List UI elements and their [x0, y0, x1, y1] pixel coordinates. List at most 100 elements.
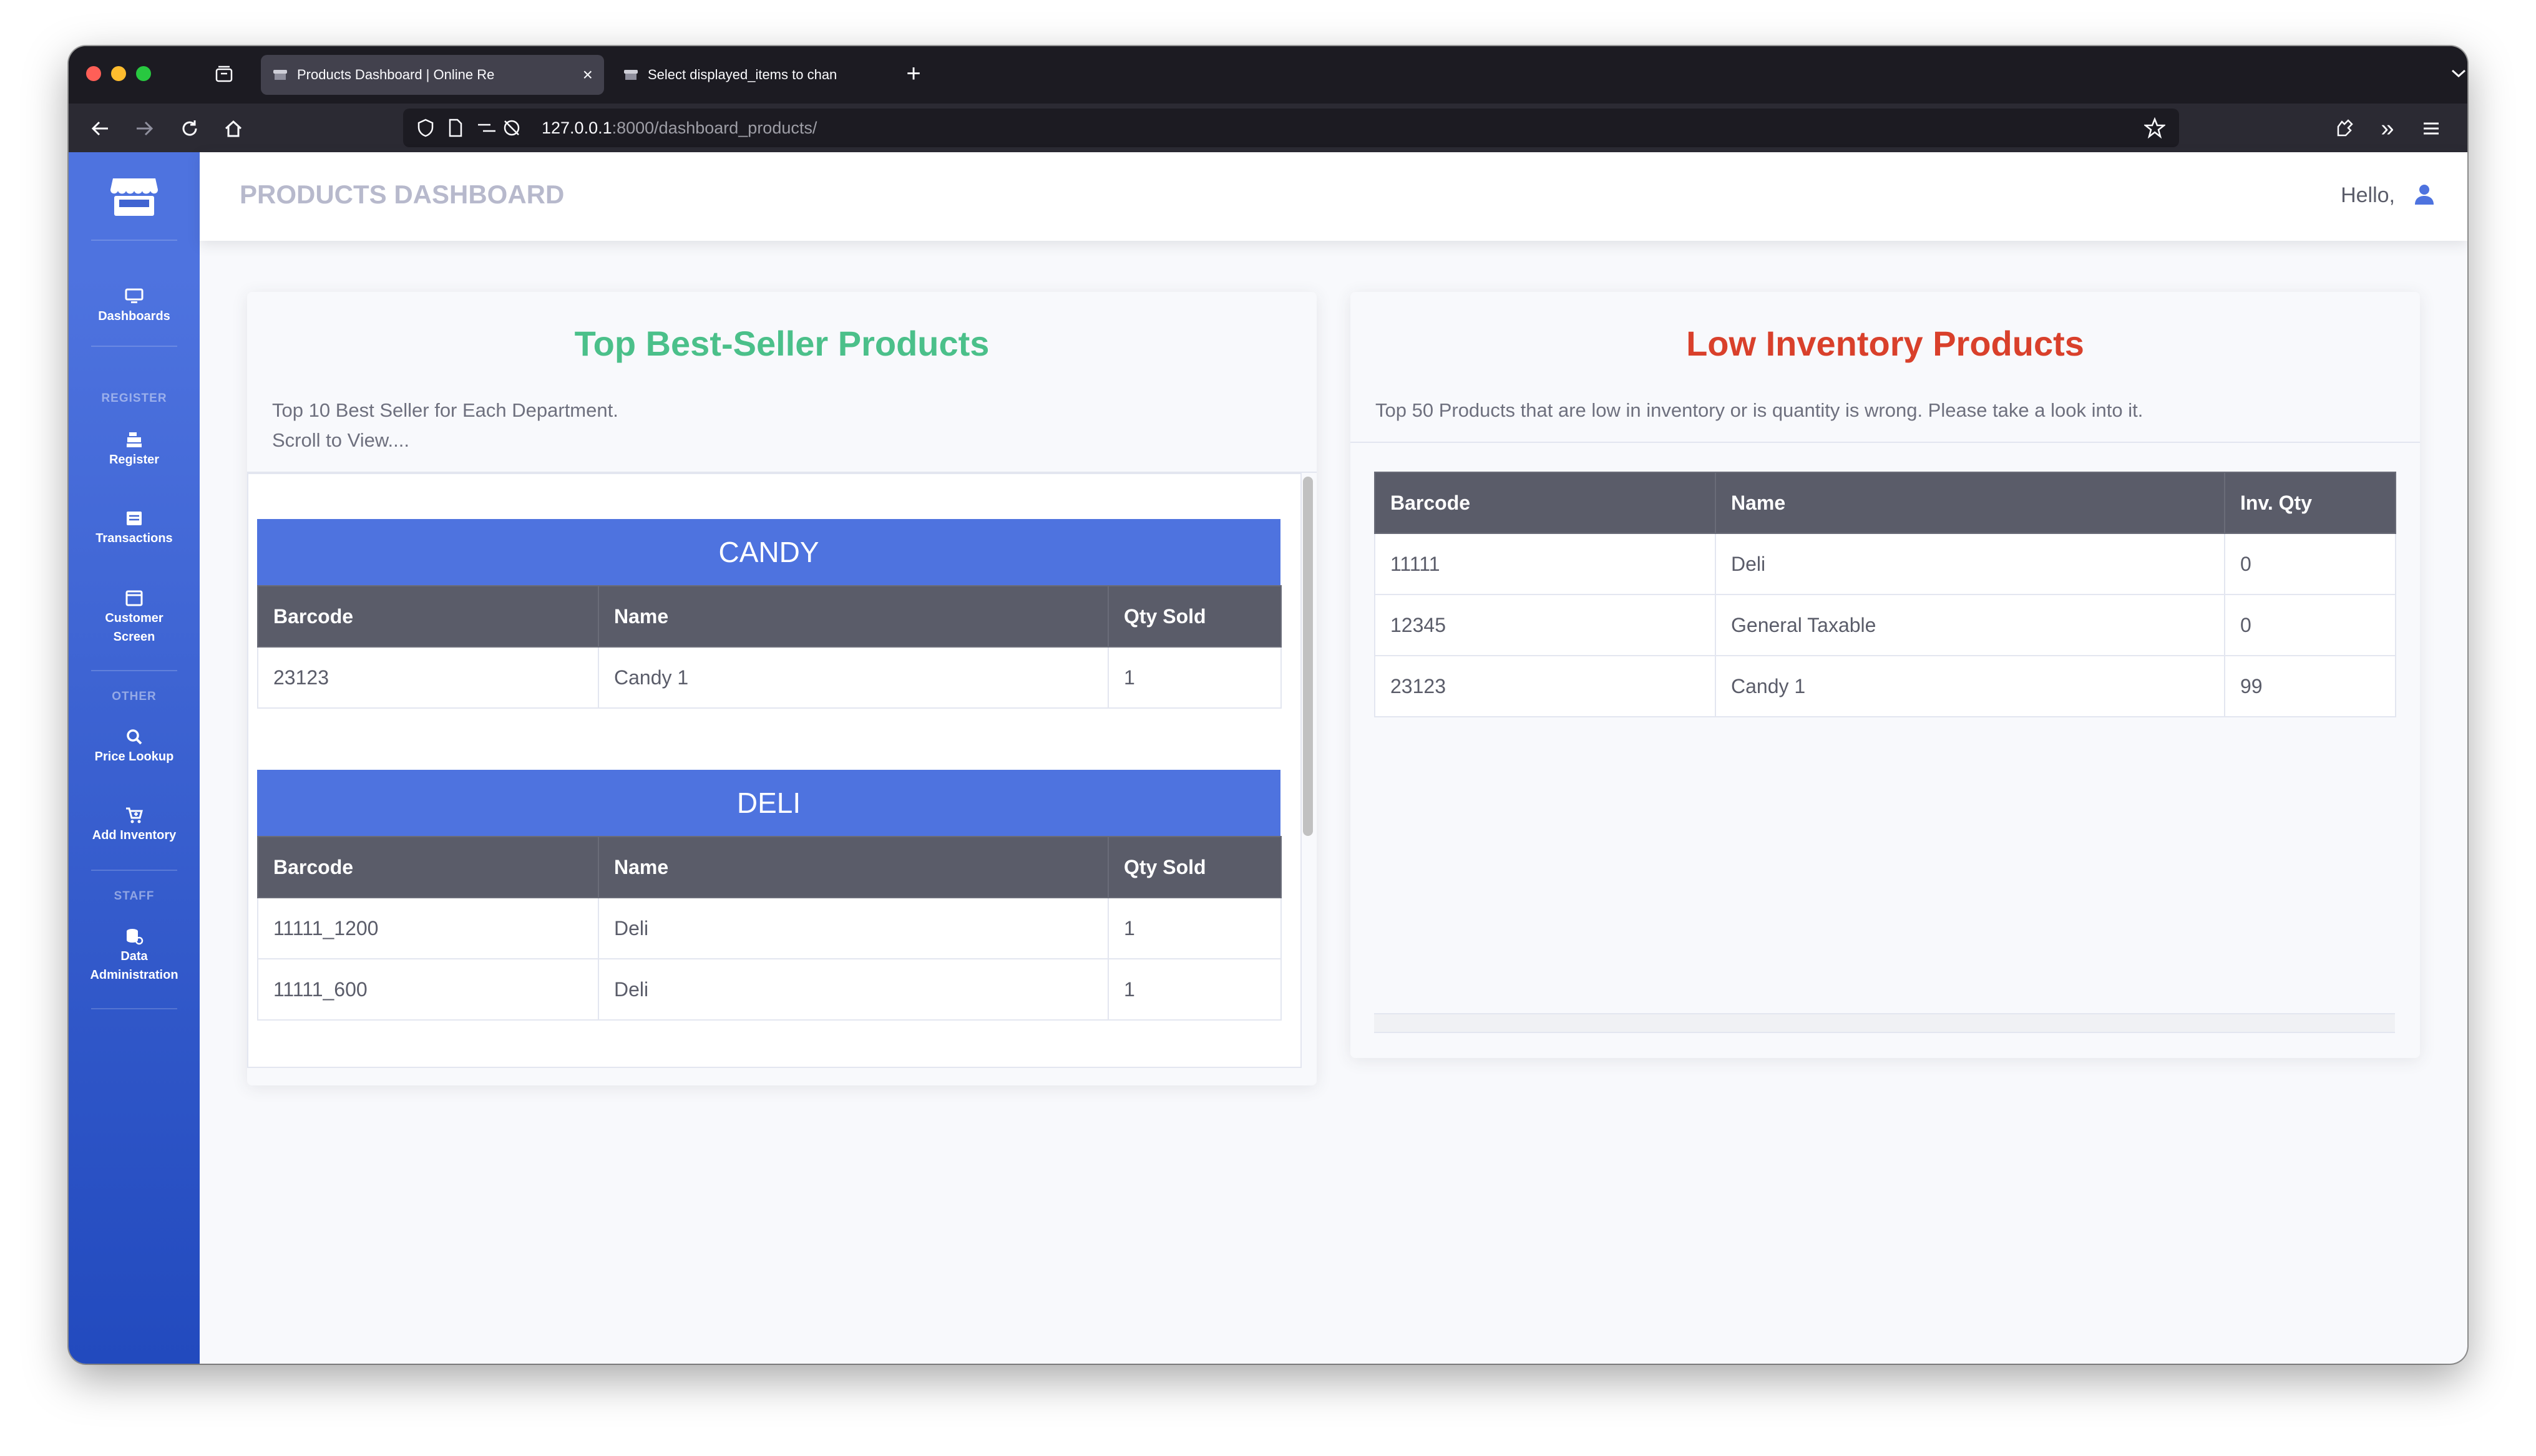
sidebar-divider: [91, 670, 177, 671]
tab-title: Select displayed_items to chan: [648, 67, 837, 82]
low-inventory-description: Top 50 Products that are low in inventor…: [1375, 399, 2143, 421]
browser-tab-bar: Products Dashboard | Online Re × Select …: [69, 46, 2467, 104]
page-title: PRODUCTS DASHBOARD: [240, 180, 565, 209]
extensions-icon[interactable]: [2331, 116, 2356, 141]
close-tab-icon[interactable]: ×: [583, 65, 593, 85]
close-window-button[interactable]: [86, 66, 101, 81]
column-header[interactable]: Name: [598, 585, 1109, 648]
address-bar[interactable]: 127.0.0.1:8000/dashboard_products/: [403, 109, 2179, 147]
table-cell: Candy 1: [598, 646, 1109, 709]
overflow-chevron-icon[interactable]: »: [2375, 115, 2400, 142]
reload-icon[interactable]: [177, 116, 202, 141]
column-header[interactable]: Barcode: [1374, 472, 1716, 534]
table-scrollbar-track[interactable]: [1374, 1013, 2395, 1033]
sidebar-item-dashboards[interactable]: Dashboards: [69, 286, 200, 326]
table-row: 11111 Deli 0: [1374, 533, 2396, 595]
forward-arrow-icon[interactable]: [132, 116, 157, 141]
tracking-protection-icon[interactable]: [502, 119, 522, 137]
table-row: 12345 General Taxable 0: [1374, 594, 2396, 656]
user-greeting[interactable]: Hello,: [2341, 183, 2395, 208]
best-seller-card: Top Best-Seller Products Top 10 Best Sel…: [247, 292, 1317, 1085]
shield-icon[interactable]: [417, 119, 434, 137]
tab-favicon-icon: [273, 70, 287, 80]
store-logo-icon[interactable]: [69, 170, 200, 223]
table-cell: Deli: [598, 958, 1109, 1021]
table-cell: 1: [1108, 958, 1282, 1021]
scrollbar-thumb[interactable]: [1303, 477, 1313, 836]
column-header[interactable]: Qty Sold: [1108, 585, 1282, 648]
card-divider: [1350, 442, 2420, 443]
low-inventory-title: Low Inventory Products: [1686, 324, 2084, 363]
best-seller-desc-line: Scroll to View....: [272, 429, 409, 451]
tab-favicon-icon: [624, 70, 638, 80]
new-tab-plus-icon[interactable]: +: [900, 60, 927, 87]
sidebar-item-label: Customer: [105, 611, 163, 625]
sidebar-item-label: Dashboards: [98, 309, 170, 323]
best-seller-description: Top 10 Best Seller for Each Department. …: [272, 396, 618, 455]
column-header[interactable]: Inv. Qty: [2224, 472, 2396, 534]
sidebar-divider: [91, 870, 177, 871]
list-icon: [127, 512, 142, 525]
sidebar-heading-register: REGISTER: [101, 392, 167, 405]
table-cell: 1: [1108, 897, 1282, 959]
column-header[interactable]: Name: [1715, 472, 2225, 534]
sidebar-heading-other: OTHER: [112, 690, 157, 703]
tab-select-displayed-items[interactable]: Select displayed_items to chan: [612, 55, 886, 95]
sidebar-item-data-administration[interactable]: Data Administration: [69, 926, 200, 984]
table-header-row: Barcode Name Inv. Qty: [1374, 472, 2396, 534]
back-arrow-icon[interactable]: [87, 116, 112, 141]
table-cell: 11111_600: [257, 958, 599, 1021]
sidebar-item-price-lookup[interactable]: Price Lookup: [69, 726, 200, 766]
sidebar-item-label: Administration: [90, 968, 178, 982]
best-seller-scroll-area[interactable]: CANDY Barcode Name Qty Sold 23123 Candy …: [247, 473, 1302, 1068]
sidebar-item-transactions[interactable]: Transactions: [69, 508, 200, 548]
home-icon[interactable]: [221, 116, 246, 141]
table-cell: 11111: [1374, 533, 1716, 595]
browser-window: Products Dashboard | Online Re × Select …: [69, 46, 2467, 1364]
table-row: 11111_1200 Deli 1: [257, 897, 1282, 959]
hamburger-menu-icon[interactable]: [2419, 116, 2444, 141]
best-seller-title: Top Best-Seller Products: [574, 324, 990, 363]
column-header[interactable]: Qty Sold: [1108, 836, 1282, 898]
user-icon[interactable]: [2414, 183, 2435, 206]
sidebar-item-label: Data: [120, 949, 148, 963]
department-banner: DELI: [257, 770, 1280, 836]
sidebar-item-register[interactable]: Register: [69, 429, 200, 469]
tab-products-dashboard[interactable]: Products Dashboard | Online Re ×: [261, 55, 604, 95]
table-cell: Deli: [1715, 533, 2225, 595]
monitor-icon: [125, 288, 144, 303]
tab-overview-icon[interactable]: [213, 64, 235, 85]
database-icon: [127, 929, 144, 945]
page-info-icon[interactable]: [448, 119, 463, 137]
sidebar-item-label: Register: [109, 453, 160, 467]
table-cell: 23123: [257, 646, 599, 709]
sidebar-item-label: Transactions: [95, 531, 173, 545]
column-header[interactable]: Barcode: [257, 836, 599, 898]
tab-title: Products Dashboard | Online Re: [297, 67, 495, 82]
url-text[interactable]: 127.0.0.1:8000/dashboard_products/: [542, 119, 817, 138]
topbar: PRODUCTS DASHBOARD Hello,: [200, 152, 2467, 241]
column-header[interactable]: Name: [598, 836, 1109, 898]
table-row: 23123 Candy 1 1: [257, 646, 1282, 709]
sidebar-item-label: Price Lookup: [94, 750, 174, 764]
table-header-row: Barcode Name Qty Sold: [257, 836, 1282, 898]
sidebar-item-label: Add Inventory: [92, 828, 177, 842]
browser-nav-bar: 127.0.0.1:8000/dashboard_products/ »: [69, 104, 2467, 152]
table-cell: 0: [2224, 594, 2396, 656]
minimize-window-button[interactable]: [111, 66, 126, 81]
bookmark-star-icon[interactable]: [2144, 117, 2165, 138]
best-seller-desc-line: Top 10 Best Seller for Each Department.: [272, 399, 618, 421]
sidebar-item-add-inventory[interactable]: Add Inventory: [69, 805, 200, 845]
sidebar-item-customer-screen[interactable]: Customer Screen: [69, 588, 200, 646]
maximize-window-button[interactable]: [136, 66, 151, 81]
table-cell: 11111_1200: [257, 897, 599, 959]
column-header[interactable]: Barcode: [257, 585, 599, 648]
department-table: Barcode Name Qty Sold 23123 Candy 1 1: [257, 585, 1282, 709]
sidebar-divider: [91, 240, 177, 241]
table-row: 23123 Candy 1 99: [1374, 655, 2396, 717]
table-cell: 99: [2224, 655, 2396, 717]
permissions-icon[interactable]: [477, 120, 497, 136]
table-cell: 12345: [1374, 594, 1716, 656]
sidebar-divider: [91, 1008, 177, 1009]
list-all-tabs-chevron-icon[interactable]: [2446, 61, 2467, 86]
